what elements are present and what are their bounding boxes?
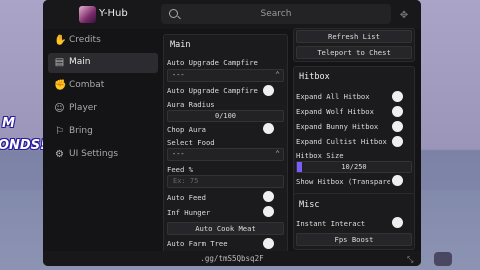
auto-farm-tree-label: Auto Farm Tree — [167, 239, 228, 248]
sidebar-item-main[interactable]: ▤ Main — [48, 53, 158, 73]
bag-icon: ⚐ — [55, 126, 64, 137]
gear-icon: ⚙ — [55, 149, 64, 160]
misc-section: Misc Instant Interact Fps Boost — [293, 193, 415, 250]
chop-aura-toggle[interactable] — [263, 123, 274, 134]
search-placeholder: Search — [260, 9, 292, 19]
instant-interact-label: Instant Interact — [296, 219, 366, 228]
hitbox-size-slider[interactable]: 10/250 — [296, 161, 412, 173]
book-icon: ▤ — [54, 57, 65, 68]
expand-bunny-toggle[interactable] — [392, 121, 403, 132]
footer: .gg/tmS5Qbsq2F ⤡ — [43, 251, 421, 266]
show-hitbox-label: Show Hitbox (Transparency) — [296, 177, 390, 186]
sidebar-item-credits[interactable]: ✋ Credits — [48, 31, 158, 51]
hub-window: Y-Hub Search ✥ ✋ Credits ▤ Main ✊ Combat… — [43, 0, 421, 266]
hand-icon: ✋ — [54, 35, 67, 46]
app-title: Y-Hub — [99, 8, 128, 19]
search-input[interactable]: Search — [161, 4, 391, 24]
sidebar: ✋ Credits ▤ Main ✊ Combat ☺ Player ⚐ Bri… — [43, 29, 158, 249]
slider-value: 10/250 — [341, 163, 367, 171]
slider-fill — [297, 162, 302, 172]
aura-radius-slider[interactable]: 0/100 — [167, 110, 284, 122]
fist-icon: ✊ — [54, 80, 67, 91]
feed-percent-input[interactable]: Ex: 75 — [167, 175, 284, 188]
resize-icon[interactable]: ⤡ — [407, 255, 413, 265]
refresh-list-button[interactable]: Refresh List — [296, 30, 412, 43]
background-text-2: ONDS! — [0, 138, 47, 153]
auto-upgrade-toggle[interactable] — [263, 85, 274, 96]
instant-interact-toggle[interactable] — [392, 217, 403, 228]
expand-cultist-toggle[interactable] — [392, 136, 403, 147]
auto-feed-toggle[interactable] — [263, 191, 274, 202]
section-title-misc: Misc — [299, 200, 320, 210]
titlebar[interactable]: Y-Hub Search ✥ — [43, 0, 421, 29]
input-placeholder: Ex: 75 — [173, 177, 199, 185]
sidebar-item-ui-settings[interactable]: ⚙ UI Settings — [48, 145, 158, 165]
chevron-up-icon: ⌃ — [275, 70, 280, 79]
sidebar-item-label: Player — [69, 103, 98, 113]
chest-section: Refresh List Teleport to Chest — [293, 28, 415, 62]
auto-upgrade-dropdown[interactable]: --- ⌃ — [167, 69, 284, 82]
expand-bunny-label: Expand Bunny Hitbox — [296, 122, 379, 131]
dropdown-value: --- — [172, 150, 185, 158]
person-icon: ☺ — [54, 103, 65, 114]
drag-move-icon[interactable]: ✥ — [397, 8, 411, 22]
expand-all-toggle[interactable] — [392, 91, 403, 102]
section-title-hitbox: Hitbox — [299, 72, 330, 82]
expand-cultist-label: Expand Cultist Hitbox — [296, 137, 387, 146]
chevron-up-icon: ⌃ — [275, 149, 280, 158]
sidebar-item-label: Combat — [69, 80, 105, 90]
auto-farm-tree-toggle[interactable] — [263, 238, 274, 249]
background-text-1: M — [2, 116, 15, 131]
main-section: Main Auto Upgrade Campfire --- ⌃ Auto Up… — [163, 34, 288, 256]
expand-wolf-label: Expand Wolf Hitbox — [296, 107, 374, 116]
feed-percent-label: Feed % — [167, 165, 193, 174]
aura-radius-label: Aura Radius — [167, 100, 215, 109]
sidebar-item-label: Bring — [69, 126, 93, 136]
auto-upgrade-toggle-label: Auto Upgrade Campfire — [167, 86, 258, 95]
app-logo — [79, 6, 96, 23]
auto-cook-meat-button[interactable]: Auto Cook Meat — [167, 222, 284, 235]
auto-upgrade-label: Auto Upgrade Campfire — [167, 58, 258, 67]
select-food-label: Select Food — [167, 138, 215, 147]
select-food-dropdown[interactable]: --- ⌃ — [167, 148, 284, 161]
slider-value: 0/100 — [214, 112, 237, 120]
fps-boost-button[interactable]: Fps Boost — [296, 233, 412, 246]
sidebar-item-player[interactable]: ☺ Player — [48, 99, 158, 119]
sidebar-item-label: Credits — [69, 35, 101, 45]
expand-all-label: Expand All Hitbox — [296, 92, 370, 101]
sidebar-item-bring[interactable]: ⚐ Bring — [48, 122, 158, 142]
auto-feed-label: Auto Feed — [167, 193, 206, 202]
section-title-main: Main — [170, 40, 191, 50]
show-hitbox-toggle[interactable] — [392, 175, 403, 186]
teleport-to-chest-button[interactable]: Teleport to Chest — [296, 46, 412, 59]
dropdown-value: --- — [172, 71, 185, 79]
sidebar-item-combat[interactable]: ✊ Combat — [48, 76, 158, 96]
hitbox-size-label: Hitbox Size — [296, 151, 344, 160]
sidebar-item-label: UI Settings — [69, 149, 119, 159]
chop-aura-label: Chop Aura — [167, 125, 206, 134]
inf-hunger-label: Inf Hunger — [167, 208, 211, 217]
discord-invite-text: .gg/tmS5Qbsq2F — [200, 254, 264, 263]
expand-wolf-toggle[interactable] — [392, 106, 403, 117]
sidebar-item-label: Main — [69, 57, 91, 67]
inf-hunger-toggle[interactable] — [263, 206, 274, 217]
game-hud-icon — [434, 252, 452, 266]
right-column: Refresh List Teleport to Chest Hitbox Ex… — [293, 28, 415, 258]
